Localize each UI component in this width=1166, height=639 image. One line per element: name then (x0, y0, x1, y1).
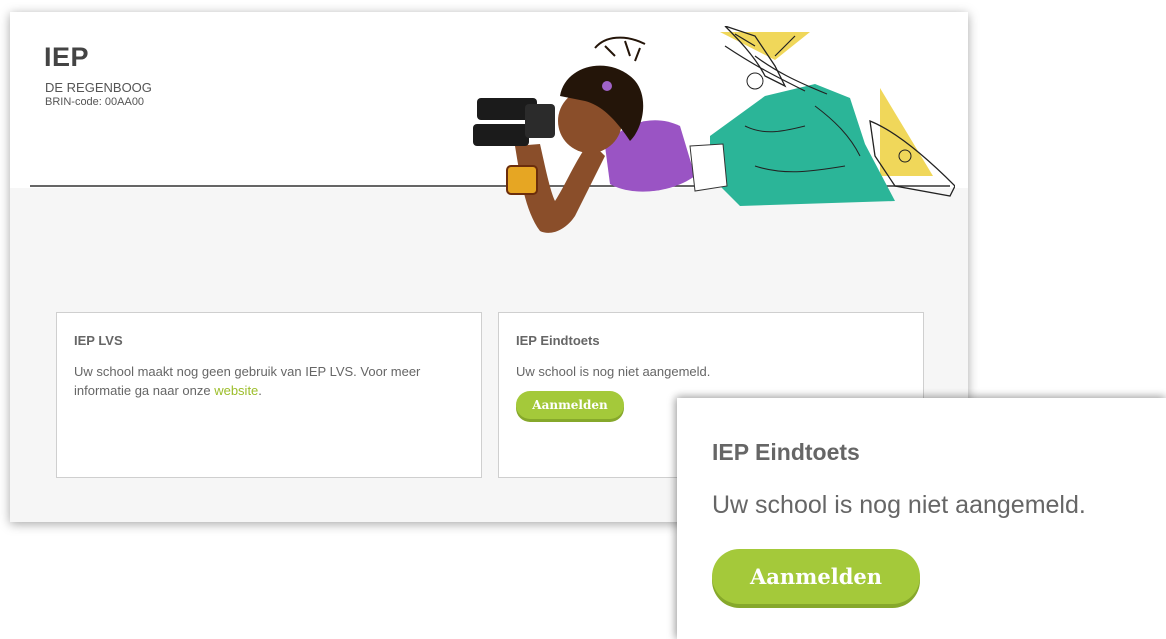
card-text-end: . (258, 383, 262, 398)
girl-with-binoculars-illustration (473, 26, 955, 233)
aanmelden-button-zoomed[interactable]: Aanmelden (712, 549, 920, 604)
card-title: IEP LVS (74, 333, 123, 348)
aanmelden-button[interactable]: Aanmelden (516, 391, 624, 419)
card-text: Uw school is nog niet aangemeld. (516, 364, 711, 379)
website-link[interactable]: website (214, 383, 258, 398)
card-iep-lvs: IEP LVS Uw school maakt nog geen gebruik… (56, 312, 482, 478)
zoom-text: Uw school is nog niet aangemeld. (712, 491, 1086, 519)
page-title: IEP (44, 42, 90, 72)
card-text: Uw school maakt nog geen gebruik van IEP… (74, 362, 464, 400)
brin-code: BRIN-code: 00AA00 (45, 96, 145, 108)
school-name: DE REGENBOOG (45, 80, 152, 95)
zoom-callout: IEP Eindtoets Uw school is nog niet aang… (677, 398, 1166, 639)
card-title: IEP Eindtoets (516, 333, 600, 348)
zoom-title: IEP Eindtoets (712, 439, 860, 465)
